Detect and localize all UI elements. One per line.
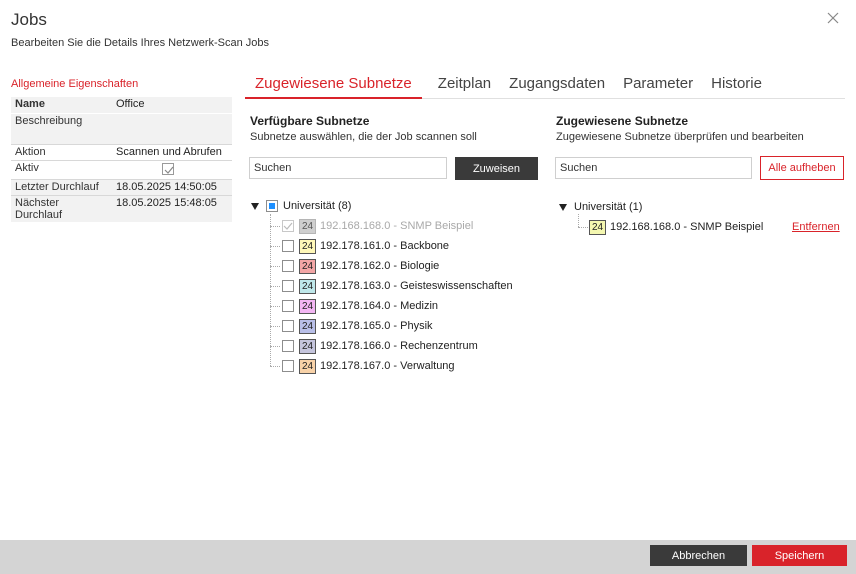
properties-title: Allgemeine Eigenschaften — [11, 78, 139, 90]
list-item[interactable]: 24 192.178.166.0 - Rechenzentrum — [282, 338, 478, 354]
list-item[interactable]: 24 192.178.163.0 - Geisteswissenschaften — [282, 278, 513, 294]
item-checkbox[interactable] — [282, 300, 294, 312]
tab-credentials[interactable]: Zugangsdaten — [507, 73, 607, 99]
property-key: Letzter Durchlauf — [11, 178, 112, 195]
item-checkbox[interactable] — [282, 320, 294, 332]
tab-bar: Zugewiesene Subnetze Zeitplan Zugangsdat… — [245, 73, 845, 99]
tree-group-university[interactable]: Universität (1) — [559, 199, 642, 215]
checkmark-icon — [164, 166, 174, 174]
item-checkbox[interactable] — [282, 280, 294, 292]
property-row-active: Aktiv — [11, 159, 232, 179]
available-subnets-title: Verfügbare Subnetze — [250, 114, 370, 128]
close-icon[interactable] — [826, 11, 840, 25]
subnet-prefix-badge: 24 — [299, 238, 316, 254]
property-value: 18.05.2025 15:48:05 — [112, 194, 232, 222]
property-value[interactable] — [112, 112, 232, 144]
assigned-subnets-subtitle: Zugewiesene Subnetze überprüfen und bear… — [556, 131, 804, 143]
page-subtitle: Bearbeiten Sie die Details Ihres Netzwer… — [11, 37, 270, 49]
subnet-prefix-badge: 24 — [299, 338, 316, 354]
item-checkbox[interactable] — [282, 240, 294, 252]
expand-icon[interactable] — [559, 203, 567, 211]
list-item: 24 192.168.168.0 - SNMP Beispiel — [282, 218, 473, 234]
subnet-label: 192.168.168.0 - SNMP Beispiel — [610, 221, 764, 233]
item-checkbox[interactable] — [282, 360, 294, 372]
subnet-label: 192.178.165.0 - Physik — [320, 320, 433, 332]
group-checkbox[interactable] — [266, 200, 278, 212]
list-item[interactable]: 24 192.178.165.0 - Physik — [282, 318, 433, 334]
checkmark-icon — [283, 222, 293, 230]
subnet-prefix-badge: 24 — [299, 278, 316, 294]
property-key: Name — [15, 98, 45, 110]
property-value: Office — [116, 98, 145, 110]
list-item: 24 192.168.168.0 - SNMP Beispiel — [589, 219, 763, 235]
list-item[interactable]: 24 192.178.164.0 - Medizin — [282, 298, 438, 314]
subnet-prefix-badge: 24 — [589, 219, 606, 235]
subnet-prefix-badge: 24 — [299, 218, 316, 234]
tab-parameters[interactable]: Parameter — [621, 73, 695, 99]
subnet-prefix-badge: 24 — [299, 358, 316, 374]
group-label: Universität (1) — [574, 201, 643, 213]
property-row-action: Aktion Scannen und Abrufen — [11, 143, 232, 160]
property-value[interactable]: Scannen und Abrufen — [112, 143, 232, 160]
available-subnets-subtitle: Subnetze auswählen, die der Job scannen … — [250, 131, 477, 143]
item-checkbox[interactable] — [282, 260, 294, 272]
property-key: Nächster Durchlauf — [11, 194, 112, 222]
properties-table: Name Office Beschreibung Aktion Scannen … — [11, 97, 232, 222]
subnet-label: 192.178.162.0 - Biologie — [320, 260, 440, 272]
tree-group-university[interactable]: Universität (8) — [251, 198, 351, 214]
subnet-label: 192.178.161.0 - Backbone — [320, 240, 450, 252]
property-row-next-run: Nächster Durchlauf 18.05.2025 15:48:05 — [11, 194, 232, 222]
property-value: 18.05.2025 14:50:05 — [112, 178, 232, 195]
subnet-label: 192.178.163.0 - Geisteswissenschaften — [320, 280, 513, 292]
assigned-subnets-title: Zugewiesene Subnetze — [556, 114, 689, 128]
save-button[interactable]: Speichern — [752, 545, 847, 566]
property-key: Aktion — [11, 143, 112, 160]
property-key: Beschreibung — [11, 112, 112, 144]
group-label: Universität (8) — [283, 200, 352, 212]
subnet-label: 192.178.166.0 - Rechenzentrum — [320, 340, 478, 352]
list-item[interactable]: 24 192.178.162.0 - Biologie — [282, 258, 439, 274]
subnet-prefix-badge: 24 — [299, 258, 316, 274]
subnet-label: 192.168.168.0 - SNMP Beispiel — [320, 220, 474, 232]
expand-icon[interactable] — [251, 202, 259, 210]
tab-history[interactable]: Historie — [709, 73, 764, 99]
property-row-name: Name Office — [11, 97, 232, 113]
item-checkbox — [282, 220, 294, 232]
list-item[interactable]: 24 192.178.167.0 - Verwaltung — [282, 358, 455, 374]
property-key: Aktiv — [11, 159, 112, 179]
property-row-description: Beschreibung — [11, 112, 232, 144]
subnet-prefix-badge: 24 — [299, 318, 316, 334]
subnet-label: 192.178.167.0 - Verwaltung — [320, 360, 455, 372]
list-item[interactable]: 24 192.178.161.0 - Backbone — [282, 238, 449, 254]
tab-assigned-subnets[interactable]: Zugewiesene Subnetze — [245, 73, 422, 99]
available-search-input[interactable] — [249, 157, 447, 179]
active-checkbox[interactable] — [162, 162, 174, 175]
cancel-button[interactable]: Abbrechen — [650, 545, 747, 566]
page-title: Jobs — [11, 10, 47, 29]
subnet-prefix-badge: 24 — [299, 298, 316, 314]
subnet-label: 192.178.164.0 - Medizin — [320, 300, 439, 312]
assign-button[interactable]: Zuweisen — [455, 157, 538, 180]
assigned-search-input[interactable] — [555, 157, 752, 179]
item-checkbox[interactable] — [282, 340, 294, 352]
clear-all-button[interactable]: Alle aufheben — [760, 156, 844, 180]
property-row-last-run: Letzter Durchlauf 18.05.2025 14:50:05 — [11, 178, 232, 195]
tab-schedule[interactable]: Zeitplan — [436, 73, 493, 99]
remove-link[interactable]: Entfernen — [792, 221, 840, 233]
